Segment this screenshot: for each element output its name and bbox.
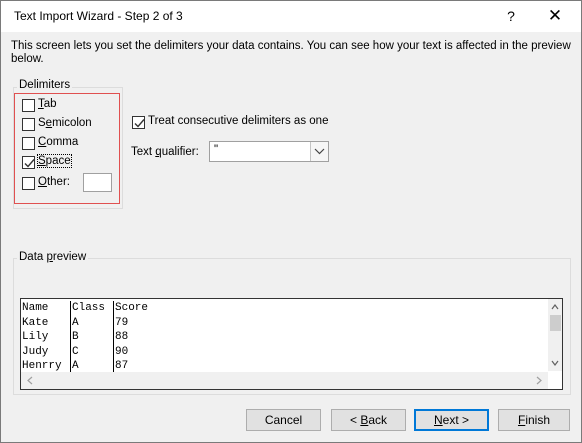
treat-consecutive-checkbox[interactable]: [132, 116, 145, 129]
vertical-scrollbar[interactable]: [548, 299, 562, 371]
horizontal-scrollbar[interactable]: [21, 372, 548, 389]
finish-button[interactable]: Finish: [498, 409, 570, 431]
semicolon-label[interactable]: Semicolon: [38, 117, 92, 129]
data-preview-table: Name Class Score Kate A 79 Lily B 88 Jud…: [21, 301, 175, 374]
title-bar: Text Import Wizard - Step 2 of 3 ? ✕: [1, 1, 581, 32]
text-qualifier-value: ": [214, 144, 219, 156]
close-button[interactable]: ✕: [542, 5, 568, 27]
space-checkbox[interactable]: [22, 156, 35, 169]
text-import-wizard-dialog: Text Import Wizard - Step 2 of 3 ? ✕ Thi…: [0, 0, 582, 443]
table-row: Judy C 90: [21, 344, 129, 359]
scroll-up-arrow-icon[interactable]: [548, 301, 562, 313]
table-row: Kate A 79: [21, 315, 129, 330]
space-label[interactable]: Space: [37, 154, 72, 168]
delimiters-group-title: Delimiters: [17, 79, 73, 91]
next-button[interactable]: Next >: [414, 409, 489, 431]
intro-text: This screen lets you set the delimiters …: [11, 40, 571, 65]
scroll-left-arrow-icon[interactable]: [24, 372, 36, 389]
table-row: Name Class Score: [21, 301, 149, 316]
checkmark-icon: [134, 119, 145, 128]
other-delimiter-input[interactable]: [83, 173, 112, 192]
comma-label[interactable]: Comma: [38, 136, 78, 148]
tab-label[interactable]: Tab: [38, 98, 57, 110]
chevron-down-icon[interactable]: [310, 142, 328, 161]
text-qualifier-select[interactable]: ": [209, 141, 329, 162]
other-label[interactable]: Other:: [38, 176, 70, 188]
help-button[interactable]: ?: [499, 5, 523, 27]
text-qualifier-label: Text qualifier:: [131, 146, 199, 158]
semicolon-checkbox[interactable]: [22, 118, 35, 131]
treat-consecutive-label[interactable]: Treat consecutive delimiters as one: [148, 115, 328, 127]
table-row: Lily B 88: [21, 330, 129, 345]
data-preview-title: Data preview: [17, 251, 89, 263]
scroll-right-arrow-icon[interactable]: [533, 372, 545, 389]
cancel-button[interactable]: Cancel: [246, 409, 321, 431]
tab-checkbox[interactable]: [22, 99, 35, 112]
comma-checkbox[interactable]: [22, 137, 35, 150]
other-checkbox[interactable]: [22, 177, 35, 190]
scroll-down-arrow-icon[interactable]: [548, 357, 562, 369]
window-title: Text Import Wizard - Step 2 of 3: [14, 9, 183, 23]
back-button[interactable]: < Back: [331, 409, 406, 431]
checkmark-icon: [24, 159, 35, 168]
data-preview-box[interactable]: Name Class Score Kate A 79 Lily B 88 Jud…: [20, 298, 563, 390]
vertical-scroll-thumb[interactable]: [550, 315, 561, 331]
